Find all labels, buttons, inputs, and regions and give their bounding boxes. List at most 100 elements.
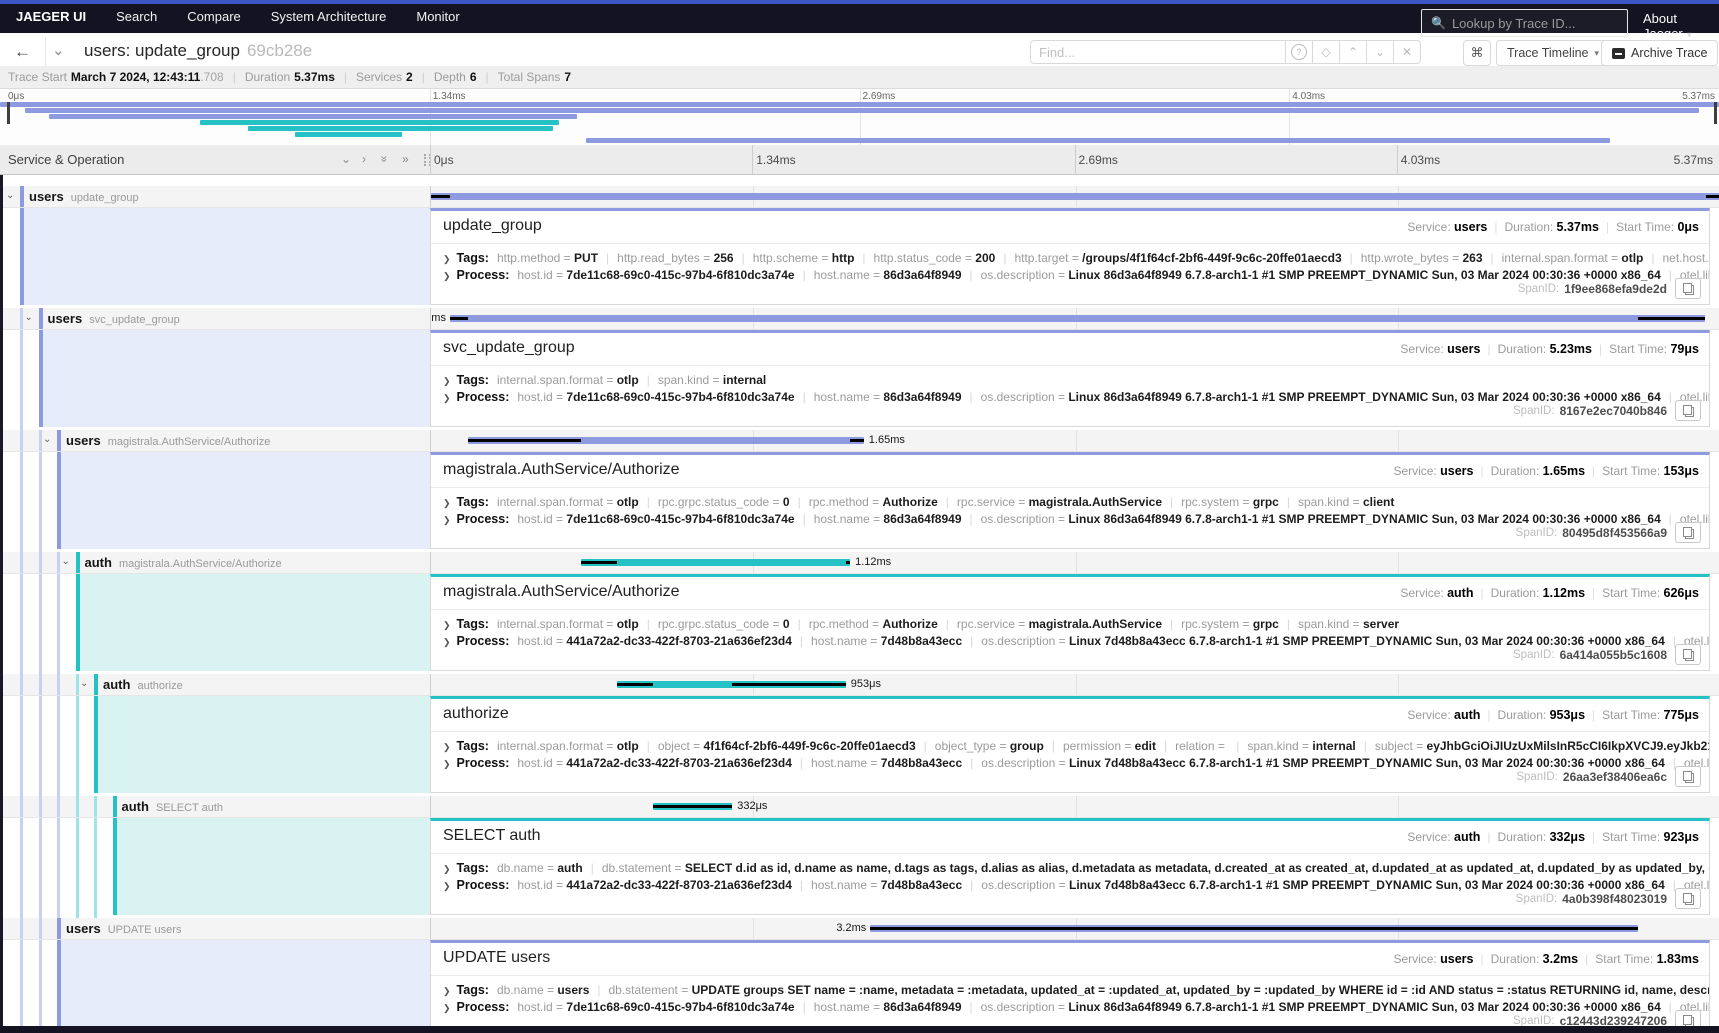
span-color-stripe: [113, 796, 117, 817]
kv-separator: |: [1287, 495, 1290, 509]
double-chevron-down-icon[interactable]: »: [377, 156, 391, 163]
tags-row[interactable]: ❯Tags:internal.span.format = otlp|object…: [431, 739, 1709, 755]
find-clear-button[interactable]: ✕: [1394, 40, 1421, 64]
jaeger-logo[interactable]: JAEGER UI: [16, 9, 86, 24]
kv-value: 4f1f64cf-2bf6-449f-9c6c-20ffe01aecd3: [704, 739, 916, 753]
copy-span-id-button[interactable]: [1675, 522, 1701, 543]
copy-span-id-button[interactable]: [1675, 400, 1701, 421]
kv-separator: |: [1003, 251, 1006, 265]
indent-guide: [20, 552, 23, 573]
span-detail-meta: Service: auth|Duration: 1.12ms|Start Tim…: [1400, 586, 1699, 600]
span-expand-chevron-icon[interactable]: ⌄: [62, 556, 70, 567]
nav-item-compare[interactable]: Compare: [187, 9, 240, 24]
collapse-trace-chevron[interactable]: ⌄: [52, 41, 65, 59]
span-detail-card: authorizeService: auth|Duration: 953μs|S…: [430, 696, 1710, 793]
copy-span-id-button[interactable]: [1675, 1010, 1701, 1026]
span-name-cell[interactable]: authSELECT auth: [0, 796, 430, 817]
tags-row[interactable]: ❯Tags:db.name = auth|db.statement = SELE…: [431, 861, 1709, 877]
kv-value: otlp: [617, 739, 639, 753]
copy-span-id-button[interactable]: [1675, 888, 1701, 909]
indent-guide: [76, 818, 79, 918]
span-expand-chevron-icon[interactable]: ⌄: [80, 678, 88, 689]
accordion-chevron-right-icon: ❯: [443, 620, 451, 630]
span-expand-chevron-icon[interactable]: ⌄: [25, 312, 33, 323]
kv-separator: |: [591, 861, 594, 875]
find-match-button[interactable]: ◇: [1313, 40, 1340, 64]
back-button[interactable]: ←: [0, 37, 46, 66]
span-timeline-cell[interactable]: 1.12ms: [430, 552, 1719, 573]
find-prev-button[interactable]: ⌃: [1340, 40, 1367, 64]
minimap-tick-label: 2.69ms: [863, 91, 896, 102]
nav-item-monitor[interactable]: Monitor: [416, 9, 459, 24]
copy-span-id-button[interactable]: [1675, 644, 1701, 665]
kv-separator: |: [970, 634, 973, 648]
expand-level-chevron-right-icon[interactable]: ›: [362, 152, 366, 166]
minimap-right-scrubber[interactable]: [1714, 102, 1717, 124]
span-timeline-cell[interactable]: 332μs: [430, 796, 1719, 817]
span-timeline-cell[interactable]: [430, 186, 1719, 207]
collapse-all-chevron-down-icon[interactable]: ⌄: [341, 152, 351, 166]
span-timeline-cell[interactable]: 3ms: [430, 308, 1719, 329]
find-next-button[interactable]: ⌄: [1367, 40, 1394, 64]
keyboard-shortcuts-button[interactable]: ⌘: [1463, 40, 1491, 66]
total-spans-label: Total Spans: [498, 70, 561, 84]
tags-row[interactable]: ❯Tags:db.name = users|db.statement = UPD…: [431, 983, 1709, 999]
timeline-gridline: [1398, 796, 1399, 817]
span-detail-card: UPDATE usersService: users|Duration: 3.2…: [430, 940, 1710, 1026]
trace-view-selector[interactable]: Trace Timeline▾: [1496, 40, 1610, 66]
minimap-left-scrubber[interactable]: [7, 102, 10, 124]
kv-value: users: [557, 983, 589, 997]
archive-trace-button[interactable]: Archive Trace: [1601, 40, 1718, 66]
nav-item-search[interactable]: Search: [116, 9, 157, 24]
span-duration-bar[interactable]: [431, 193, 1719, 200]
trace-id-search-box[interactable]: 🔍 Lookup by Trace ID...: [1421, 9, 1628, 37]
meta-separator: |: [1592, 830, 1595, 844]
span-bar-row[interactable]: authSELECT auth332μs: [0, 796, 1719, 818]
find-help-button[interactable]: ?: [1286, 40, 1313, 64]
nav-item-system-architecture[interactable]: System Architecture: [271, 9, 387, 24]
tags-row[interactable]: ❯Tags:internal.span.format = otlp|rpc.gr…: [431, 617, 1709, 633]
tags-row[interactable]: ❯Tags:http.method = PUT|http.read_bytes …: [431, 251, 1709, 267]
trace-minimap[interactable]: 0μs1.34ms2.69ms4.03ms5.37ms: [0, 89, 1719, 146]
kv-separator: |: [970, 512, 973, 526]
span-duration-bar[interactable]: [450, 315, 1705, 322]
find-input[interactable]: [1030, 40, 1286, 64]
span-name-cell[interactable]: ⌄authmagistrala.AuthService/Authorize: [0, 552, 430, 573]
span-bar-row[interactable]: ⌄ authauthorize 953μs: [0, 674, 1719, 696]
meta-value: 5.37ms: [1557, 220, 1599, 234]
span-timeline-cell[interactable]: 1.65ms: [430, 430, 1719, 451]
span-name-cell[interactable]: ⌄ userssvc_update_group: [0, 308, 430, 329]
span-bar-row[interactable]: ⌄ userssvc_update_group 3ms: [0, 308, 1719, 330]
tags-row[interactable]: ❯Tags:internal.span.format = otlp|span.k…: [431, 373, 1709, 389]
span-name-cell[interactable]: usersUPDATE users: [0, 918, 430, 939]
span-service-name: userssvc_update_group: [48, 311, 180, 326]
kv-separator: |: [1236, 739, 1239, 753]
span-detail-title: svc_update_group: [443, 339, 575, 357]
timeline-gridline: [1398, 552, 1399, 573]
span-timeline-cell[interactable]: 953μs: [430, 674, 1719, 695]
span-bar-row[interactable]: ⌄authmagistrala.AuthService/Authorize1.1…: [0, 552, 1719, 574]
meta-separator: |: [1487, 708, 1490, 722]
span-color-stripe: [39, 308, 43, 329]
copy-span-id-button[interactable]: [1675, 278, 1701, 299]
span-bar-row[interactable]: ⌄usersmagistrala.AuthService/Authorize1.…: [0, 430, 1719, 452]
double-chevron-right-icon[interactable]: »: [402, 152, 409, 166]
span-bar-row[interactable]: ⌄usersupdate_group: [0, 186, 1719, 208]
copy-span-id-button[interactable]: [1675, 766, 1701, 787]
span-expand-chevron-icon[interactable]: ⌄: [6, 190, 14, 201]
span-service-name: authauthorize: [103, 677, 183, 692]
span-name-cell[interactable]: ⌄usersupdate_group: [0, 186, 430, 207]
total-spans-value: 7: [564, 70, 571, 84]
meta-value: 1.12ms: [1543, 586, 1585, 600]
span-name-cell[interactable]: ⌄ authauthorize: [0, 674, 430, 695]
kv-value: http: [832, 251, 855, 265]
tags-row[interactable]: ❯Tags:internal.span.format = otlp|rpc.gr…: [431, 495, 1709, 511]
kv-value: PUT: [574, 251, 598, 265]
span-timeline-cell[interactable]: 3.2ms: [430, 918, 1719, 939]
span-expand-chevron-icon[interactable]: ⌄: [43, 434, 51, 445]
span-duration-bar[interactable]: [581, 559, 850, 566]
indent-guide: [20, 430, 23, 451]
span-name-cell[interactable]: ⌄usersmagistrala.AuthService/Authorize: [0, 430, 430, 451]
kv-section-label: Tags:: [457, 861, 489, 875]
span-bar-row[interactable]: usersUPDATE users3.2ms: [0, 918, 1719, 940]
